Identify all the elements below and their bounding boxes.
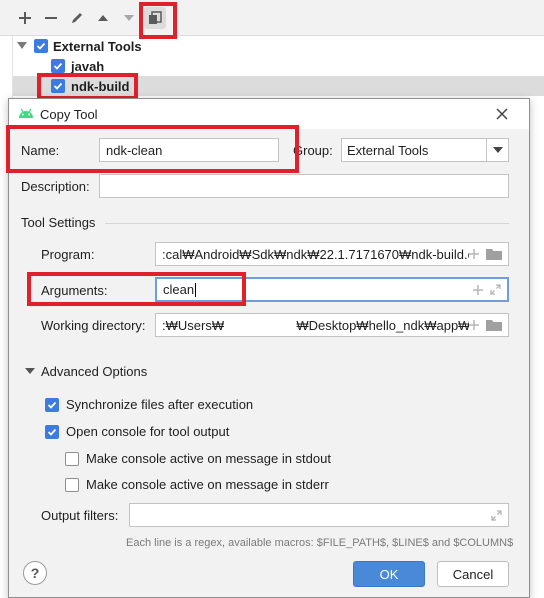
- arrow-up-icon: [98, 15, 108, 21]
- advanced-options-toggle[interactable]: Advanced Options: [41, 364, 147, 379]
- description-label: Description:: [21, 179, 90, 194]
- move-down-button[interactable]: [118, 7, 140, 29]
- option-active-stderr[interactable]: Make console active on message in stderr: [65, 477, 329, 492]
- name-label: Name:: [21, 143, 60, 158]
- ok-button[interactable]: OK: [353, 561, 425, 587]
- dialog-titlebar: Copy Tool: [9, 99, 529, 129]
- arguments-label: Arguments:: [41, 283, 108, 298]
- tree-group-label: External Tools: [53, 38, 142, 54]
- text-caret: [195, 282, 197, 297]
- insert-macro-plus-icon[interactable]: [469, 249, 479, 259]
- folder-icon[interactable]: [486, 248, 502, 260]
- close-button[interactable]: [491, 103, 513, 125]
- remove-button[interactable]: [40, 7, 62, 29]
- output-filters-field-icons: [491, 504, 508, 526]
- program-field[interactable]: :cal₩Android₩Sdk₩ndk₩22.1.7171670₩ndk-bu…: [155, 242, 509, 266]
- option-label: Synchronize files after execution: [66, 397, 254, 412]
- copy-button[interactable]: [144, 7, 166, 29]
- tree-item-ndk-build[interactable]: ndk-build: [13, 76, 544, 96]
- arguments-field[interactable]: clean: [155, 277, 509, 302]
- working-directory-field[interactable]: :₩Users₩ ₩Desktop₩hello_ndk₩app₩src₩main: [155, 313, 509, 337]
- pencil-icon: [72, 13, 82, 23]
- tree-group-external-tools[interactable]: External Tools: [13, 36, 544, 56]
- working-directory-value: :₩Users₩ ₩Desktop₩hello_ndk₩app₩src₩main: [162, 317, 509, 333]
- group-combo-value: External Tools: [347, 142, 429, 158]
- tool-settings-separator: [105, 223, 509, 224]
- plus-icon: [19, 12, 31, 24]
- close-icon: [496, 108, 508, 120]
- tool-tree: External Tools javah ndk-build: [12, 36, 544, 98]
- option-label: Make console active on message in stdout: [86, 451, 331, 466]
- arguments-field-icons: [473, 279, 507, 300]
- android-icon: [19, 108, 33, 118]
- output-filters-label: Output filters:: [41, 508, 119, 523]
- checkbox-checked-icon[interactable]: [34, 39, 48, 53]
- arrow-down-icon: [124, 15, 134, 21]
- expand-icon[interactable]: [490, 284, 501, 295]
- folder-icon[interactable]: [486, 319, 502, 331]
- option-label: Make console active on message in stderr: [86, 477, 329, 492]
- toolbar: [0, 0, 544, 36]
- option-open-console[interactable]: Open console for tool output: [45, 424, 229, 439]
- tree-item-javah[interactable]: javah: [13, 56, 544, 76]
- tree-item-label: ndk-build: [71, 78, 130, 94]
- working-directory-label: Working directory:: [41, 318, 146, 333]
- group-label: Group:: [293, 143, 333, 158]
- tool-settings-heading: Tool Settings: [21, 215, 96, 230]
- option-active-stdout[interactable]: Make console active on message in stdout: [65, 451, 331, 466]
- option-synchronize-files[interactable]: Synchronize files after execution: [45, 397, 253, 412]
- option-label: Open console for tool output: [66, 424, 230, 439]
- collapse-arrow-icon[interactable]: [25, 368, 35, 374]
- output-filters-hint: Each line is a regex, available macros: …: [126, 537, 514, 549]
- checkbox-unchecked-icon[interactable]: [65, 477, 79, 492]
- edit-button[interactable]: [66, 7, 88, 29]
- checkbox-checked-icon[interactable]: [45, 397, 59, 412]
- tree-item-label: javah: [71, 58, 105, 74]
- dialog-title: Copy Tool: [40, 107, 98, 122]
- copy-icon: [149, 11, 162, 24]
- add-button[interactable]: [14, 7, 36, 29]
- minus-icon: [45, 17, 57, 19]
- cancel-button[interactable]: Cancel: [437, 561, 509, 587]
- expand-arrow-icon[interactable]: [17, 42, 27, 49]
- arguments-value: clean: [163, 282, 195, 297]
- move-up-button[interactable]: [92, 7, 114, 29]
- program-value: :cal₩Android₩Sdk₩ndk₩22.1.7171670₩ndk-bu…: [162, 246, 493, 262]
- help-button[interactable]: ?: [23, 561, 47, 585]
- insert-macro-plus-icon[interactable]: [469, 320, 479, 330]
- description-field[interactable]: [99, 174, 509, 198]
- copy-tool-dialog: Copy Tool Name: ndk-clean Group: Externa…: [8, 98, 530, 598]
- checkbox-checked-icon[interactable]: [45, 424, 59, 439]
- checkbox-checked-icon[interactable]: [51, 59, 65, 73]
- expand-icon[interactable]: [491, 509, 502, 521]
- output-filters-field[interactable]: [129, 503, 509, 527]
- checkbox-checked-icon[interactable]: [51, 79, 65, 93]
- working-directory-field-icons: [469, 314, 508, 336]
- chevron-down-icon[interactable]: [486, 139, 508, 161]
- checkbox-unchecked-icon[interactable]: [65, 451, 79, 466]
- insert-macro-plus-icon[interactable]: [473, 284, 483, 295]
- program-field-icons: [469, 243, 508, 265]
- name-field[interactable]: ndk-clean: [99, 138, 279, 162]
- program-label: Program:: [41, 247, 95, 262]
- group-combo[interactable]: External Tools: [341, 138, 509, 162]
